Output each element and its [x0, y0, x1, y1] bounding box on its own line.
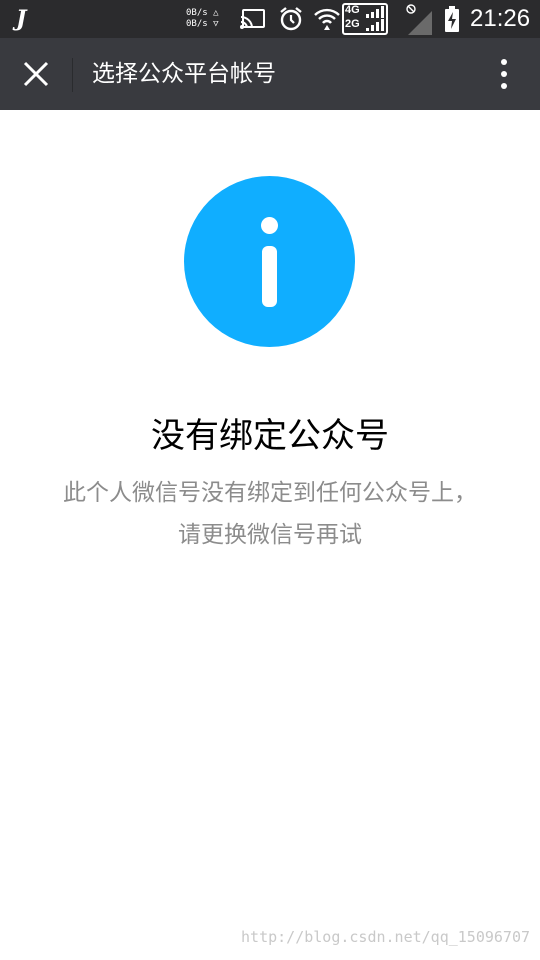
close-icon	[23, 61, 49, 87]
toolbar-divider	[72, 58, 73, 92]
message-title: 没有绑定公众号	[151, 416, 389, 456]
cast-icon	[240, 0, 266, 38]
info-icon-bar	[262, 246, 277, 307]
status-bar: J 0B/s △ 0B/s ▽ 4G 2G 21:26	[0, 0, 540, 38]
info-icon	[184, 176, 355, 347]
top-toolbar: 选择公众平台帐号	[0, 38, 540, 110]
close-button[interactable]	[12, 50, 60, 98]
watermark-text: http://blog.csdn.net/qq_15096707	[241, 928, 530, 946]
page-title: 选择公众平台帐号	[92, 61, 276, 87]
signal-strength-icon: 4G 2G	[342, 0, 388, 38]
signal-strength-secondary-icon	[408, 4, 432, 42]
more-vertical-icon	[501, 59, 507, 89]
app-notification-icon: J	[16, 6, 27, 32]
battery-charging-icon	[444, 0, 460, 38]
network-type-primary: 4G	[345, 4, 360, 16]
download-speed: 0B/s ▽	[186, 19, 219, 29]
more-options-button[interactable]	[480, 50, 528, 98]
description-line-2: 请更换微信号再试	[178, 522, 362, 548]
upload-speed: 0B/s △	[186, 8, 219, 18]
description-line-1: 此个人微信号没有绑定到任何公众号上，	[63, 480, 477, 506]
message-description: 此个人微信号没有绑定到任何公众号上， 请更换微信号再试	[30, 472, 510, 556]
info-icon-dot	[261, 217, 278, 234]
status-clock: 21:26	[470, 5, 531, 32]
network-type-secondary: 2G	[345, 18, 360, 30]
wifi-icon	[314, 0, 340, 38]
network-speed: 0B/s △ 0B/s ▽	[186, 0, 219, 38]
alarm-icon	[278, 0, 304, 38]
